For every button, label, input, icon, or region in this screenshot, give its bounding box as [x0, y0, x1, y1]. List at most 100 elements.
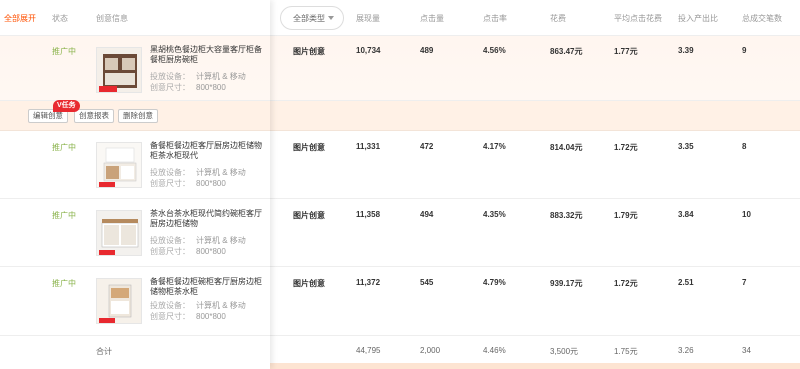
roi-value: 3.35 [678, 142, 694, 151]
ctr-value: 4.56% [483, 46, 506, 55]
total-roi: 3.26 [678, 346, 694, 355]
size-meta: 创意尺寸： 800*800 [150, 82, 226, 93]
device-value: 计算机 & 移动 [196, 72, 246, 81]
row-action-bar: 编辑创意 创意报表 删除创意 [0, 101, 800, 131]
creative-thumbnail[interactable] [96, 47, 142, 93]
avg-cpc-value: 1.79元 [614, 211, 638, 220]
creative-report-button[interactable]: 创意报表 [74, 109, 114, 123]
roi-value: 2.51 [678, 278, 694, 287]
device-value: 计算机 & 移动 [196, 301, 246, 310]
ctr-value: 4.35% [483, 210, 506, 219]
chevron-down-icon [328, 16, 334, 20]
type-filter-select[interactable]: 全部类型 [280, 6, 344, 30]
status-label: 推广中 [52, 47, 76, 56]
creative-title[interactable]: 备餐柜餐边柜客厅厨房边柜储物柜茶水柜现代 [150, 141, 268, 161]
delete-creative-button[interactable]: 删除创意 [118, 109, 158, 123]
transactions-value: 9 [742, 46, 747, 55]
creative-thumbnail[interactable] [96, 142, 142, 188]
creative-title[interactable]: 茶水台茶水柜现代简约碗柜客厅厨房边柜储物 [150, 209, 268, 229]
device-value: 计算机 & 移动 [196, 236, 246, 245]
transactions-value: 10 [742, 210, 751, 219]
avg-cpc-value: 1.72元 [614, 143, 638, 152]
size-label: 创意尺寸： [150, 312, 190, 321]
creative-info-column-header: 创意信息 [96, 14, 128, 23]
size-meta: 创意尺寸： 800*800 [150, 246, 226, 257]
expand-all-link[interactable]: 全部展开 [4, 13, 36, 24]
size-meta: 创意尺寸： 800*800 [150, 311, 226, 322]
table-header: 全部展开 状态 创意信息 全部类型 展现量 点击量 点击率 花费 平均点击花费 … [0, 0, 800, 36]
creative-thumbnail[interactable] [96, 210, 142, 256]
transactions-value: 8 [742, 142, 747, 151]
creative-type: 图片创意 [293, 47, 325, 56]
total-impressions: 44,795 [356, 346, 381, 355]
transactions-column-header[interactable]: 总成交笔数 [742, 13, 782, 24]
total-spend: 3,500元 [550, 347, 579, 356]
device-label: 投放设备： [150, 72, 190, 81]
status-column-header: 状态 [52, 14, 68, 23]
ctr-value: 4.79% [483, 278, 506, 287]
table-row[interactable]: 推广中 备餐柜餐边柜碗柜客厅厨房边柜储物柜茶水柜 投放设备： 计算机 & 移动 创… [0, 267, 800, 336]
creative-type: 图片创意 [293, 143, 325, 152]
spend-column-header[interactable]: 花费 [550, 13, 566, 24]
total-label: 合计 [96, 347, 112, 356]
impressions-column-header[interactable]: 展现量 [356, 13, 380, 24]
avg-cpc-column-header[interactable]: 平均点击花费 [614, 13, 662, 24]
device-label: 投放设备： [150, 168, 190, 177]
impressions-value: 11,358 [356, 210, 381, 219]
device-meta: 投放设备： 计算机 & 移动 [150, 300, 246, 311]
roi-value: 3.84 [678, 210, 694, 219]
impressions-value: 11,331 [356, 142, 381, 151]
table-row[interactable]: 推广中 茶水台茶水柜现代简约碗柜客厅厨房边柜储物 投放设备： 计算机 & 移动 创… [0, 199, 800, 267]
device-meta: 投放设备： 计算机 & 移动 [150, 235, 246, 246]
ctr-value: 4.17% [483, 142, 506, 151]
device-meta: 投放设备： 计算机 & 移动 [150, 167, 246, 178]
roi-value: 3.39 [678, 46, 694, 55]
size-label: 创意尺寸： [150, 247, 190, 256]
size-value: 800*800 [196, 312, 226, 321]
impressions-value: 10,734 [356, 46, 381, 55]
device-label: 投放设备： [150, 301, 190, 310]
creative-report-table: 全部展开 状态 创意信息 全部类型 展现量 点击量 点击率 花费 平均点击花费 … [0, 0, 800, 369]
clicks-column-header[interactable]: 点击量 [420, 13, 444, 24]
total-avg-cpc: 1.75元 [614, 347, 638, 356]
clicks-value: 472 [420, 142, 434, 151]
clicks-value: 489 [420, 46, 434, 55]
device-meta: 投放设备： 计算机 & 移动 [150, 71, 246, 82]
type-filter-value: 全部类型 [293, 13, 325, 23]
table-row[interactable]: 推广中 黑胡桃色餐边柜大容量客厅柜备餐柜厨房碗柜 投放设备： 计算机 & 移动 创… [0, 36, 800, 101]
creative-title[interactable]: 备餐柜餐边柜碗柜客厅厨房边柜储物柜茶水柜 [150, 277, 268, 297]
size-label: 创意尺寸： [150, 179, 190, 188]
size-value: 800*800 [196, 247, 226, 256]
size-value: 800*800 [196, 83, 226, 92]
clicks-value: 494 [420, 210, 434, 219]
status-label: 推广中 [52, 143, 76, 152]
avg-cpc-value: 1.72元 [614, 279, 638, 288]
horizontal-scrollbar[interactable] [270, 363, 800, 369]
size-value: 800*800 [196, 179, 226, 188]
clicks-value: 545 [420, 278, 434, 287]
creative-type: 图片创意 [293, 211, 325, 220]
device-label: 投放设备： [150, 236, 190, 245]
total-clicks: 2,000 [420, 346, 441, 355]
total-ctr: 4.46% [483, 346, 506, 355]
transactions-value: 7 [742, 278, 747, 287]
status-label: 推广中 [52, 211, 76, 220]
roi-column-header[interactable]: 投入产出比 [678, 13, 718, 24]
spend-value: 863.47元 [550, 47, 583, 56]
size-label: 创意尺寸： [150, 83, 190, 92]
creative-thumbnail[interactable] [96, 278, 142, 324]
v-task-badge: V任务 [53, 100, 80, 112]
spend-value: 814.04元 [550, 143, 583, 152]
ctr-column-header[interactable]: 点击率 [483, 13, 507, 24]
total-transactions: 34 [742, 346, 751, 355]
spend-value: 939.17元 [550, 279, 583, 288]
creative-title[interactable]: 黑胡桃色餐边柜大容量客厅柜备餐柜厨房碗柜 [150, 45, 268, 65]
device-value: 计算机 & 移动 [196, 168, 246, 177]
spend-value: 883.32元 [550, 211, 583, 220]
avg-cpc-value: 1.77元 [614, 47, 638, 56]
creative-type: 图片创意 [293, 279, 325, 288]
table-row[interactable]: 推广中 备餐柜餐边柜客厅厨房边柜储物柜茶水柜现代 投放设备： 计算机 & 移动 创… [0, 131, 800, 199]
size-meta: 创意尺寸： 800*800 [150, 178, 226, 189]
status-label: 推广中 [52, 279, 76, 288]
impressions-value: 11,372 [356, 278, 381, 287]
